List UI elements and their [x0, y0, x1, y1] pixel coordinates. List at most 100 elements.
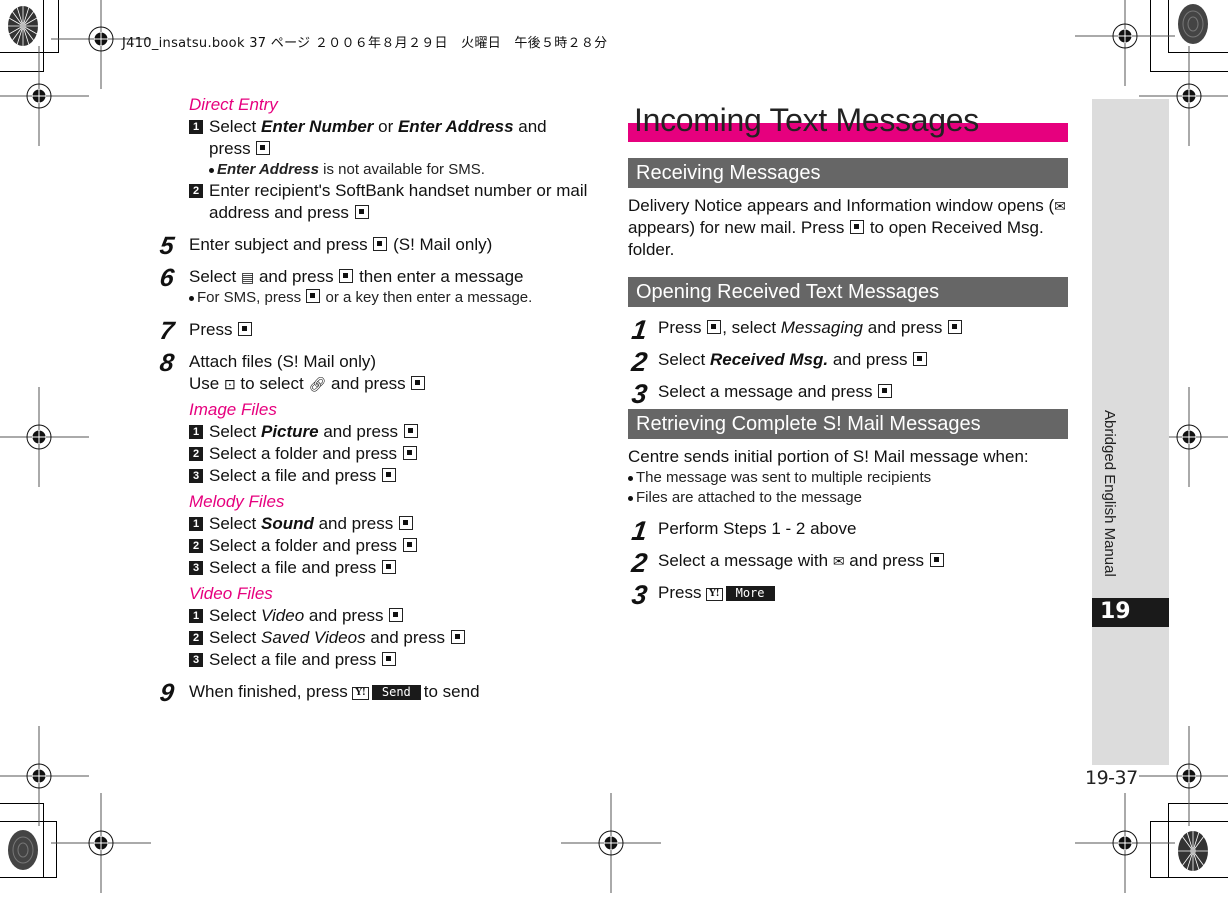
substep-number: 2	[189, 539, 203, 553]
center-select-key-icon	[707, 320, 722, 334]
step-5: 5 Enter subject and press (S! Mail only)	[158, 232, 493, 260]
substep-number: 3	[189, 561, 203, 575]
left-column: Direct Entry 1 Select Enter Number or En…	[158, 94, 590, 707]
retrieving-step-3: 3 Press Y! More	[628, 580, 1068, 610]
center-select-key-icon	[948, 320, 963, 334]
center-select-key-icon	[389, 608, 404, 622]
right-column: Incoming Text Messages Receiving Message…	[628, 100, 1068, 610]
print-slug: J410_insatsu.book 37 ページ ２００６年８月２９日 火曜日 …	[122, 36, 608, 51]
bullet-icon	[628, 495, 633, 501]
center-select-key-icon	[354, 205, 369, 219]
yahoo-key-icon: Y!	[352, 687, 369, 700]
image-files-step-1: 1 Select Picture and press	[189, 421, 590, 443]
video-files-step-3: 3 Select a file and press	[189, 649, 590, 671]
video-files-heading: Video Files	[189, 584, 273, 603]
opening-step-1: 1 Press , select Messaging and press	[628, 315, 1068, 345]
center-select-key-icon	[382, 652, 396, 666]
retrieving-intro: Centre sends initial portion of S! Mail …	[628, 447, 1029, 466]
message-body-icon: ▤	[240, 269, 255, 285]
center-select-key-icon	[402, 446, 417, 460]
video-files-step-2: 2 Select Saved Videos and press	[189, 627, 590, 649]
page-number: 19-37	[1085, 767, 1138, 789]
direct-entry-step-1: 1 Select Enter Number or Enter Address a…	[189, 116, 590, 180]
yahoo-key-icon: Y!	[706, 588, 723, 601]
center-select-key-icon	[411, 376, 426, 390]
registration-mark-icon	[0, 387, 89, 487]
step-number: 2	[629, 347, 650, 377]
bullet-icon	[628, 475, 633, 481]
chapter-marker: 19	[1092, 598, 1169, 627]
substep-number: 2	[189, 631, 203, 645]
substep-number: 1	[189, 609, 203, 623]
registration-mark-icon	[1075, 0, 1175, 86]
melody-files-step-3: 3 Select a file and press	[189, 557, 590, 579]
substep-number: 1	[189, 517, 203, 531]
step-6: 6 Select ▤ and press then enter a messag…	[158, 264, 590, 308]
page-title-block: Incoming Text Messages	[628, 100, 1068, 146]
bullet-icon	[189, 295, 194, 301]
center-select-key-icon	[929, 553, 944, 567]
substep-number: 1	[189, 120, 203, 134]
paperclip-attachment-icon: 🔗︎	[308, 376, 327, 392]
step-7: 7 Press	[158, 317, 590, 345]
center-select-key-icon	[306, 289, 321, 303]
center-select-key-icon	[850, 220, 865, 234]
center-select-key-icon	[399, 516, 413, 530]
center-select-key-icon	[450, 630, 465, 644]
note: Enter Address is not available for SMS.	[209, 160, 590, 180]
image-files-step-3: 3 Select a file and press	[189, 465, 590, 487]
center-select-key-icon	[913, 352, 928, 366]
melody-files-step-1: 1 Select Sound and press	[189, 513, 590, 535]
side-tab-label: Abridged English Manual	[1101, 410, 1118, 577]
substep-number: 3	[189, 469, 203, 483]
registration-mark-icon	[561, 793, 661, 893]
step-number: 5	[158, 232, 176, 260]
retrieving-bullet: Files are attached to the message	[628, 488, 1068, 508]
video-files-step-1: 1 Select Video and press	[189, 605, 590, 627]
melody-files-block: Melody Files 1 Select Sound and press 2 Se…	[160, 491, 590, 579]
direct-entry-step-2: 2 Enter recipient's SoftBank handset num…	[189, 180, 590, 224]
step-number: 2	[629, 548, 650, 578]
center-select-key-icon	[382, 560, 396, 574]
registration-mark-icon	[0, 46, 89, 146]
retrieving-step-2: 2 Select a message with ✉ and press	[628, 548, 1068, 578]
center-select-key-icon	[256, 141, 271, 155]
step-number: 1	[629, 315, 650, 345]
melody-files-heading: Melody Files	[189, 492, 285, 511]
substep-number: 2	[189, 184, 203, 198]
center-select-key-icon	[339, 269, 354, 283]
receiving-paragraph: Delivery Notice appears and Information …	[628, 196, 1066, 259]
registration-mark-icon	[1075, 793, 1175, 893]
step-8: 8 Attach files (S! Mail only) Use ⊡ to s…	[158, 349, 590, 395]
section-heading-opening: Opening Received Text Messages	[628, 277, 1068, 307]
step-number: 7	[158, 317, 176, 345]
center-select-key-icon	[382, 468, 396, 482]
video-files-block: Video Files 1 Select Video and press 2 Sel…	[160, 583, 590, 671]
partial-mail-icon: ✉	[832, 553, 845, 569]
melody-files-step-2: 2 Select a folder and press	[189, 535, 590, 557]
page-title: Incoming Text Messages	[634, 102, 979, 138]
left-right-nav-key-icon: ⊡	[223, 376, 236, 392]
step-9: 9 When finished, press Y! Send to send	[158, 679, 480, 707]
substep-number: 1	[189, 425, 203, 439]
send-softkey: Send	[371, 685, 421, 700]
section-heading-receiving: Receiving Messages	[628, 158, 1068, 188]
step-number: 6	[158, 264, 176, 292]
registration-mark-icon	[51, 793, 151, 893]
bullet-icon	[209, 167, 214, 173]
substep-number: 2	[189, 447, 203, 461]
image-files-heading: Image Files	[189, 400, 277, 419]
chapter-number: 19	[1100, 599, 1131, 624]
substep-number: 3	[189, 653, 203, 667]
note: For SMS, press or a key then enter a mes…	[189, 288, 590, 308]
center-select-key-icon	[402, 538, 417, 552]
step-number: 8	[158, 349, 176, 377]
opening-step-2: 2 Select Received Msg. and press	[628, 347, 1068, 377]
center-select-key-icon	[878, 384, 893, 398]
step-number: 9	[158, 679, 176, 707]
center-select-key-icon	[238, 322, 253, 336]
step-number: 1	[629, 516, 650, 546]
opening-step-3: 3 Select a message and press	[628, 379, 1068, 409]
direct-entry-heading: Direct Entry	[189, 95, 278, 114]
step-number: 3	[629, 379, 650, 409]
